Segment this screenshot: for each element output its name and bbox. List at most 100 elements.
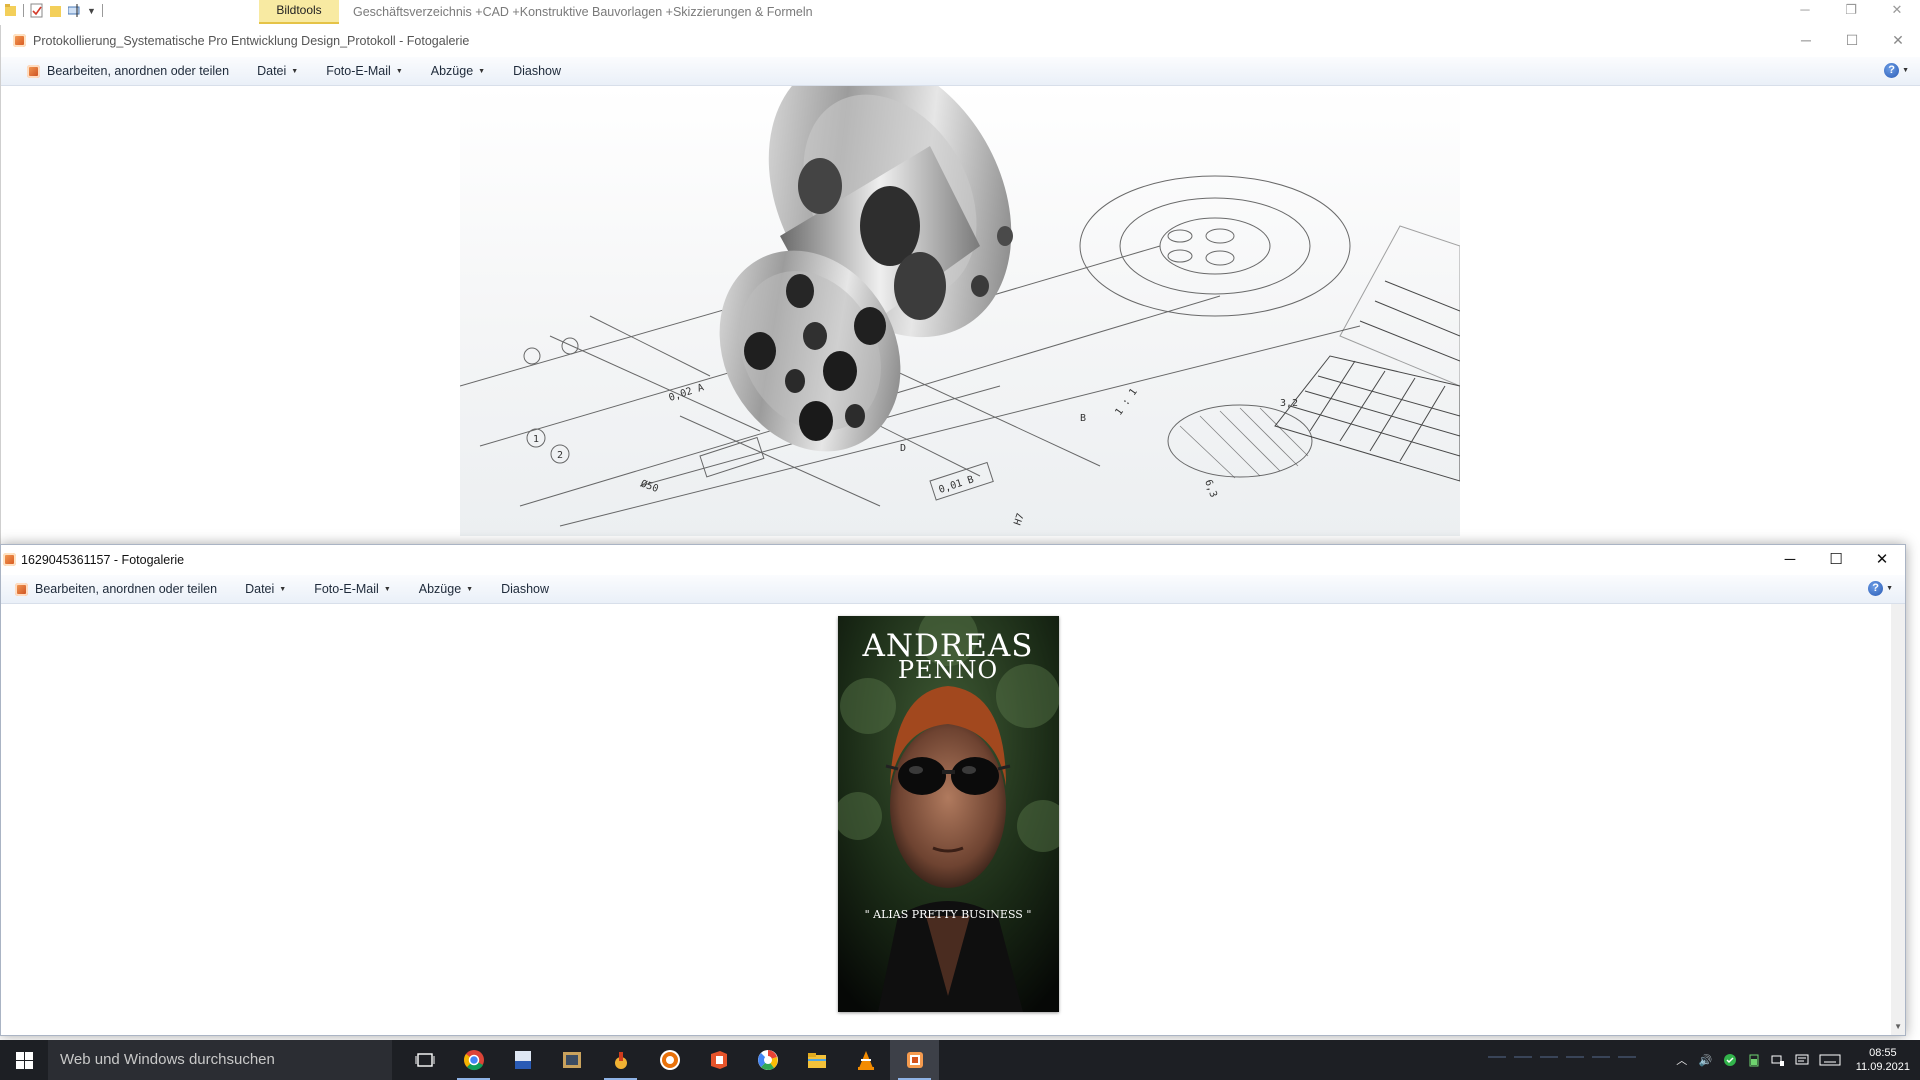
taskbar-paint[interactable] [596,1040,645,1080]
vlc-icon [857,1051,874,1070]
command-bar: Bearbeiten, anordnen oder teilen Datei ▼ … [1,57,1920,86]
taskbar-photo-viewer[interactable] [547,1040,596,1080]
chevron-down-icon: ▼ [478,67,486,75]
photo-email-menu[interactable]: Foto-E-Mail ▼ [314,582,391,596]
chevron-down-icon: ▼ [1886,585,1893,592]
photo-viewer-icon [562,1052,581,1068]
help-icon: ? [1884,63,1900,78]
network-icon[interactable] [1771,1053,1785,1067]
window-title: 1629045361157 - Fotogalerie [21,553,185,567]
portrait-poster-image: ANDREAS PENNO " ALIAS PRETTY BUSINESS " [838,616,1059,1012]
volume-icon[interactable]: 🔊 [1699,1053,1713,1067]
chevron-down-icon: ▼ [466,585,474,593]
minimize-button[interactable]: ─ [1782,0,1828,22]
cad-label: 3,2 [1280,398,1298,409]
slideshow-label: Diashow [513,64,562,78]
customize-dropdown-icon[interactable]: ▼ [87,6,96,16]
cad-label: D [900,443,906,454]
cad-flange-image: 0,02 A 0,01 B 1 : 1 Ø50 12 3,2 6,3 H7 A … [460,86,1460,536]
slideshow-button[interactable]: Diashow [513,64,561,78]
rename-icon[interactable] [68,3,81,18]
file-menu[interactable]: Datei ▼ [257,64,298,78]
cad-label: 1 : 1 [1113,387,1139,418]
taskbar-pdf-reader[interactable] [498,1040,547,1080]
photo-gallery-icon [906,1052,923,1068]
edit-arrange-share-button[interactable]: Bearbeiten, anordnen oder teilen [27,64,229,78]
taskbar: Web und Windows durchsuchen ︿ 🔊 08:55 11… [0,1040,1920,1080]
image-viewer: ANDREAS PENNO " ALIAS PRETTY BUSINESS " … [1,604,1905,1035]
help-button[interactable]: ? ▼ [1868,581,1893,596]
show-hidden-icons-icon[interactable]: ︿ [1675,1053,1689,1067]
prints-menu[interactable]: Abzüge ▼ [431,64,485,78]
close-button[interactable]: ✕ [1874,0,1920,22]
task-view-button[interactable] [400,1040,449,1080]
minimize-button[interactable]: ─ [1767,545,1813,575]
taskbar-photo-gallery[interactable] [890,1040,939,1080]
edit-arrange-share-button[interactable]: Bearbeiten, anordnen oder teilen [15,582,217,596]
window-title: Protokollierung_Systematische Pro Entwic… [33,34,470,48]
chevron-down-icon: ▼ [279,585,287,593]
window-controls: ─ ☐ ✕ [1783,25,1920,55]
tab-bildtools[interactable]: Bildtools [259,0,339,24]
taskbar-office[interactable] [694,1040,743,1080]
file-menu[interactable]: Datei ▼ [245,582,286,596]
office-icon [710,1051,727,1069]
clock-time: 08:55 [1869,1047,1897,1059]
new-folder-icon[interactable] [49,3,62,18]
edit-label: Bearbeiten, anordnen oder teilen [47,64,230,78]
titlebar[interactable]: 1629045361157 - Fotogalerie ─ ☐ ✕ [1,545,1905,575]
titlebar[interactable]: Protokollierung_Systematische Pro Entwic… [1,25,1920,57]
clock[interactable]: 08:55 11.09.2021 [1846,1046,1920,1074]
minimize-button[interactable]: ─ [1783,25,1829,55]
edit-label: Bearbeiten, anordnen oder teilen [35,582,218,596]
taskbar-picasa[interactable] [743,1040,792,1080]
close-button[interactable]: ✕ [1875,25,1920,55]
file-label: Datei [257,64,287,78]
file-explorer-icon [807,1053,826,1068]
taskbar-file-explorer[interactable] [792,1040,841,1080]
clock-date: 11.09.2021 [1855,1061,1910,1073]
taskbar-vlc[interactable] [841,1040,890,1080]
prints-label: Abzüge [418,582,462,596]
background-toolbar-ghost [1488,1044,1636,1058]
photo-email-menu[interactable]: Foto-E-Mail ▼ [326,64,403,78]
email-label: Foto-E-Mail [314,582,379,596]
security-shield-icon[interactable] [1723,1053,1737,1067]
prints-menu[interactable]: Abzüge ▼ [419,582,473,596]
start-button[interactable] [0,1040,48,1080]
taskbar-chrome[interactable] [449,1040,498,1080]
search-input[interactable]: Web und Windows durchsuchen [48,1040,392,1080]
close-button[interactable]: ✕ [1859,545,1905,575]
scroll-down-icon[interactable]: ▼ [1894,1022,1902,1031]
explorer-ribbon-strip: ▼ Bildtools Geschäftsverzeichnis +CAD +K… [0,0,1920,26]
system-tray: ︿ 🔊 08:55 11.09.2021 [1670,1040,1920,1080]
chevron-down-icon: ▼ [1902,67,1909,74]
cad-label: B [1080,413,1086,424]
quick-access-toolbar: ▼ [4,3,103,18]
toolbar-separator [101,4,103,17]
file-label: Datei [245,582,275,596]
folder-icon[interactable] [4,3,17,18]
maximize-button[interactable]: ☐ [1829,25,1875,55]
restore-button[interactable]: ❐ [1828,0,1874,22]
poster-tagline: " ALIAS PRETTY BUSINESS " [865,908,1032,921]
slideshow-button[interactable]: Diashow [501,582,549,596]
battery-icon[interactable] [1747,1053,1761,1067]
notifications-icon[interactable] [1795,1053,1809,1067]
vertical-scrollbar[interactable]: ▼ [1891,604,1905,1035]
poster-name-line2: PENNO [898,656,998,684]
windows-logo-icon [15,1051,33,1069]
help-icon: ? [1868,581,1884,596]
paint-icon [614,1052,627,1069]
maximize-button[interactable]: ☐ [1813,545,1859,575]
help-button[interactable]: ? ▼ [1884,63,1909,78]
cad-label: 0,01 B [938,474,976,496]
taskbar-browser[interactable] [645,1040,694,1080]
photo-gallery-icon [15,582,28,596]
keyboard-icon[interactable] [1819,1053,1841,1067]
properties-check-icon[interactable] [30,3,43,18]
cad-label: Ø50 [639,478,660,495]
chevron-down-icon: ▼ [383,585,391,593]
photo-gallery-window-portrait: 1629045361157 - Fotogalerie ─ ☐ ✕ Bearbe… [0,544,1906,1036]
cad-label: 6,3 [1202,478,1219,499]
